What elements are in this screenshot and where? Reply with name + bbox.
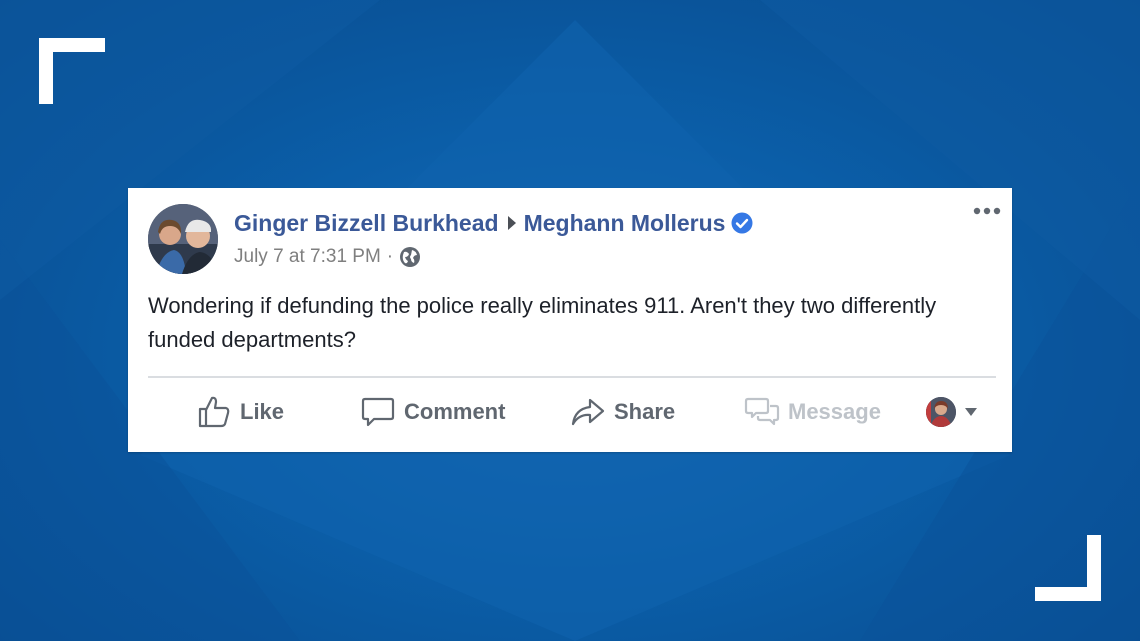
corner-bracket-bottom-right [1035, 535, 1101, 601]
author-name-link[interactable]: Ginger Bizzell Burkhead [234, 210, 499, 237]
share-label: Share [614, 399, 676, 424]
verified-badge-icon [731, 212, 753, 234]
message-label: Message [788, 399, 881, 424]
author-avatar[interactable] [148, 204, 218, 274]
facebook-post-card: Ginger Bizzell Burkhead Meghann Mollerus… [128, 188, 1012, 452]
post-meta: July 7 at 7:31 PM · [234, 244, 421, 270]
comment-label: Comment [404, 399, 506, 424]
message-button[interactable]: Message [744, 392, 881, 432]
post-timestamp-link[interactable]: July 7 at 7:31 PM [234, 246, 381, 268]
like-label: Like [240, 399, 285, 424]
message-bubbles-icon [744, 394, 780, 430]
actions-divider [148, 376, 996, 378]
chevron-down-icon [964, 407, 978, 417]
share-arrow-icon [570, 394, 606, 430]
meta-separator: · [386, 246, 394, 267]
like-button[interactable]: Like [196, 392, 284, 432]
posted-to-arrow-icon [507, 215, 517, 231]
corner-bracket-top-left [39, 38, 105, 104]
post-as-selector[interactable] [926, 396, 978, 428]
share-button[interactable]: Share [570, 392, 675, 432]
post-header: Ginger Bizzell Burkhead Meghann Mollerus [234, 208, 753, 238]
comment-button[interactable]: Comment [360, 392, 505, 432]
more-options-icon[interactable] [972, 204, 1002, 218]
thumbs-up-icon [196, 394, 232, 430]
user-mini-avatar [926, 397, 956, 427]
globe-icon[interactable] [399, 246, 421, 268]
recipient-name-link[interactable]: Meghann Mollerus [524, 210, 726, 237]
comment-bubble-icon [360, 394, 396, 430]
post-body-text: Wondering if defunding the police really… [148, 293, 937, 352]
